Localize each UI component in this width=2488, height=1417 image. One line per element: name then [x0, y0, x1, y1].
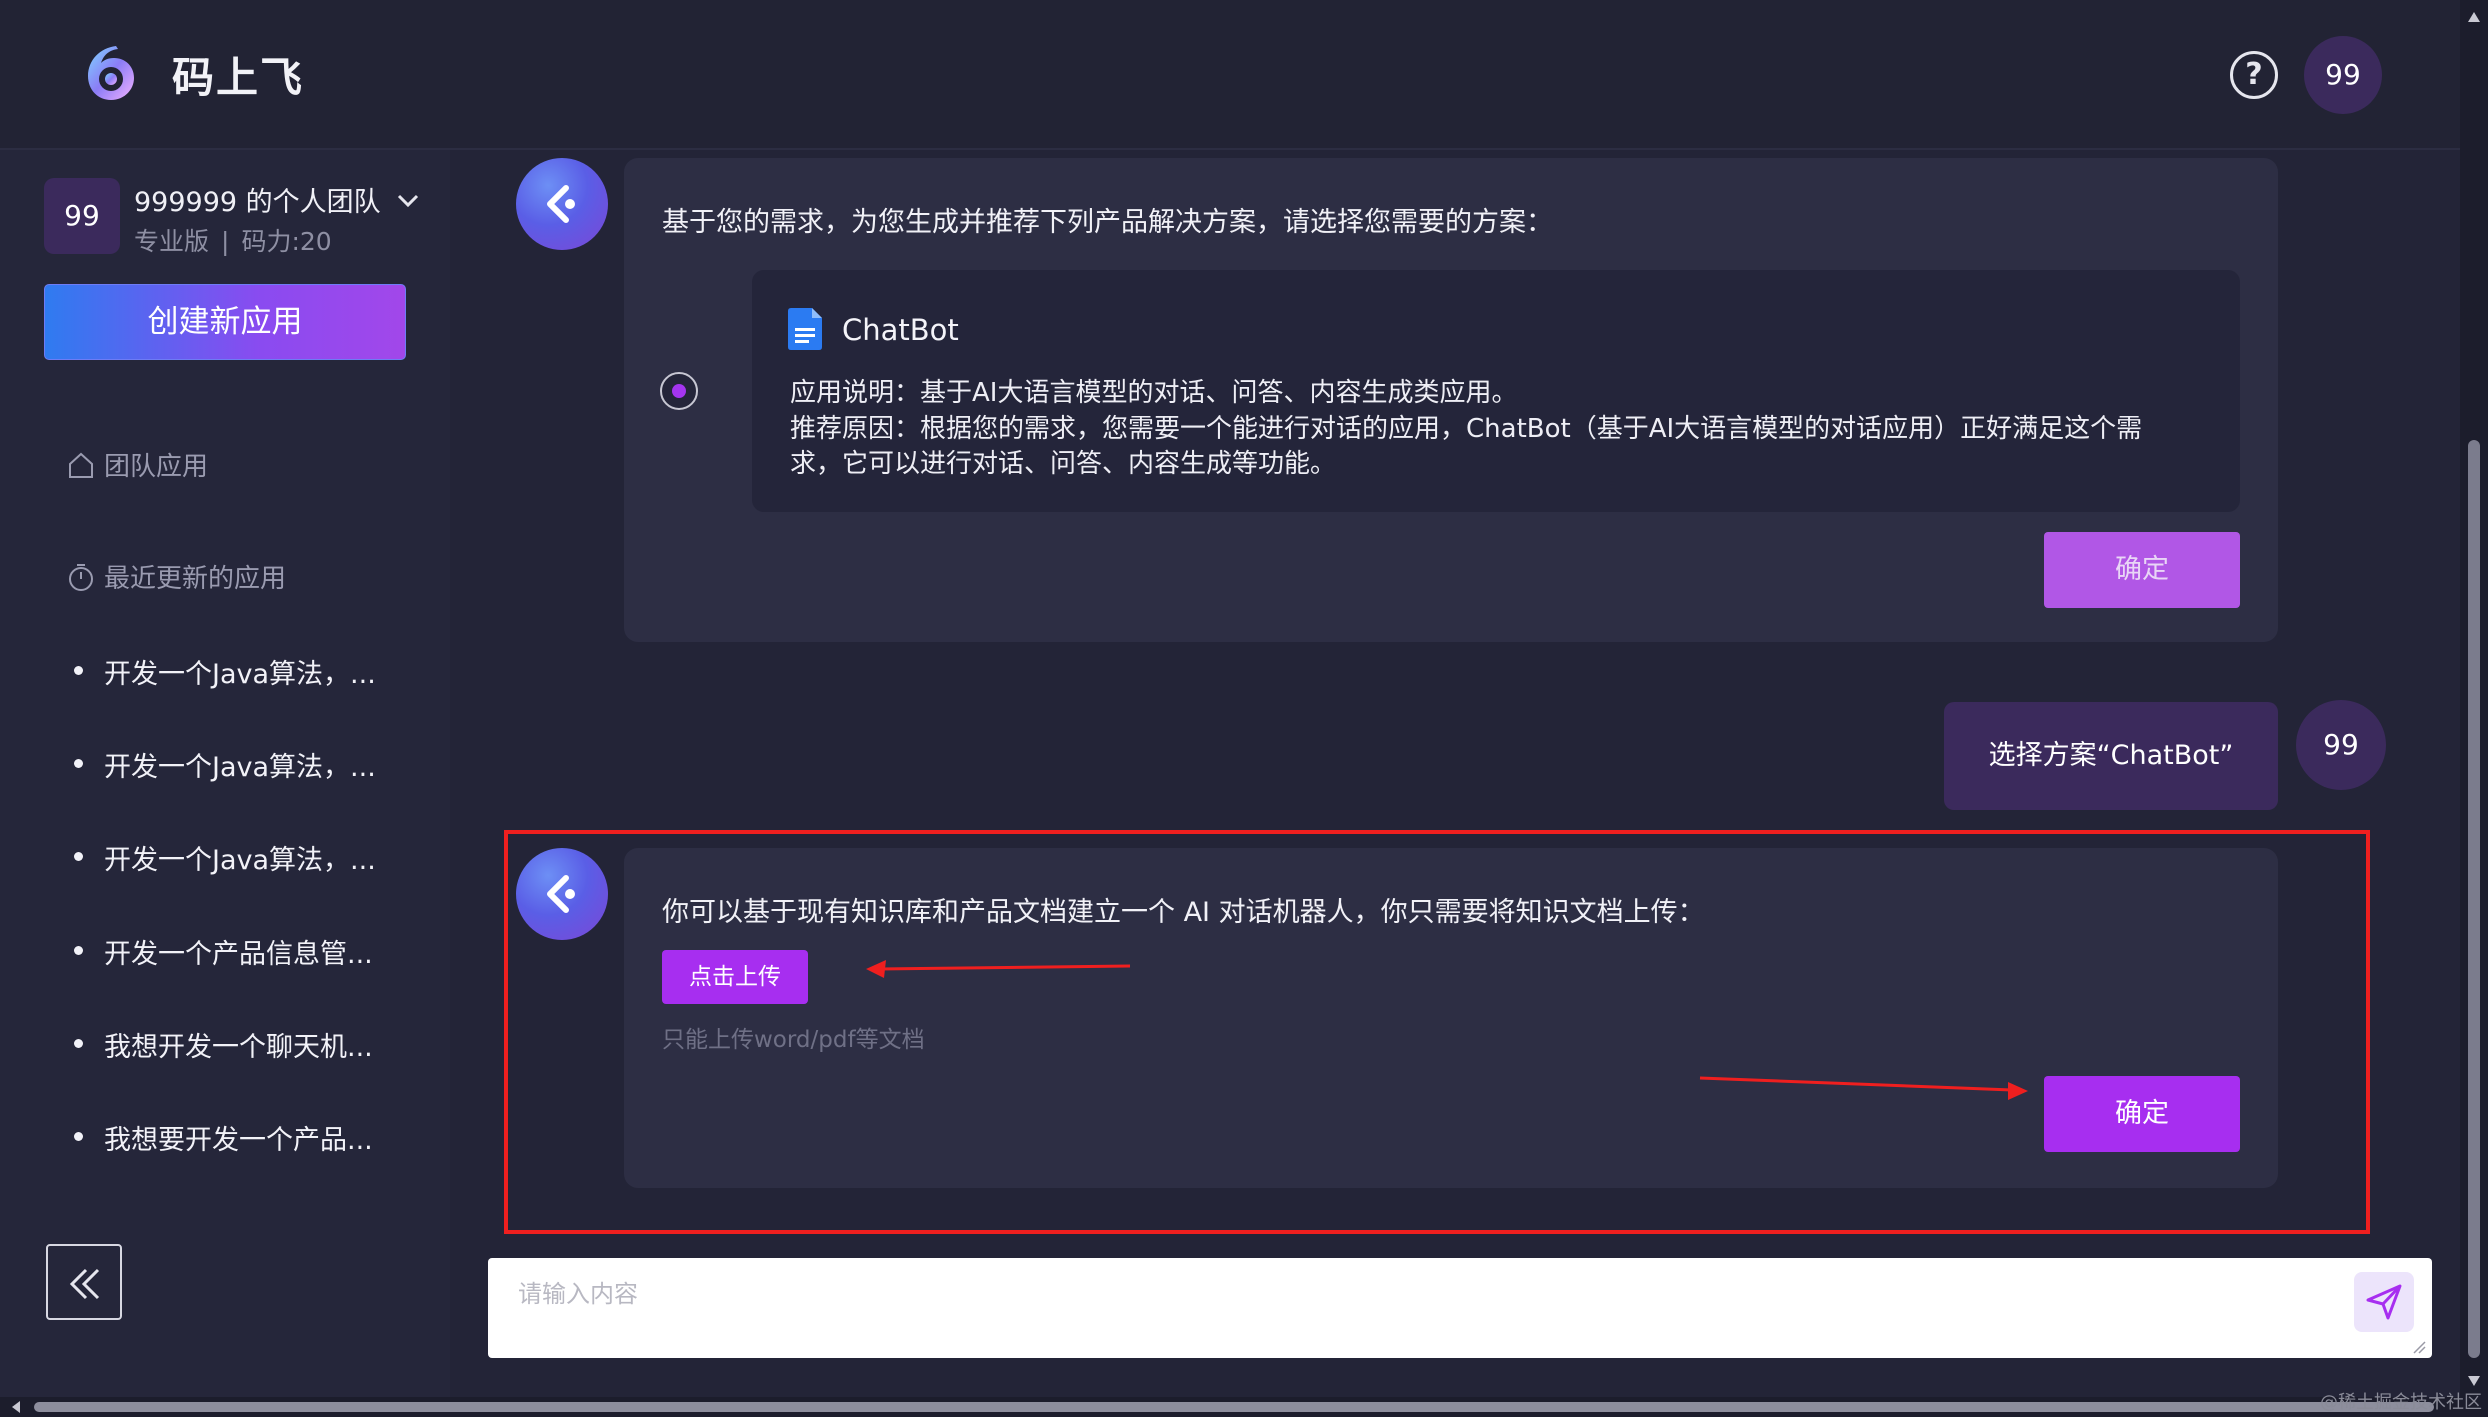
- bullet-icon: [74, 1039, 83, 1048]
- solution-reason: 推荐原因：根据您的需求，您需要一个能进行对话的应用，ChatBot（基于AI大语…: [790, 414, 2143, 444]
- nav-recent-apps-label: 最近更新的应用: [104, 564, 287, 594]
- scroll-left-icon[interactable]: [6, 1397, 26, 1417]
- nav-recent-apps[interactable]: 最近更新的应用: [66, 558, 286, 595]
- bullet-icon: [74, 1132, 83, 1141]
- solution-reason-cont: 求，它可以进行对话、问答、内容生成等功能。: [790, 449, 1337, 479]
- recent-app-label: 开发一个Java算法，...: [104, 752, 376, 783]
- send-button[interactable]: [2354, 1272, 2414, 1332]
- recent-app-label: 开发一个Java算法，...: [104, 659, 376, 690]
- chevron-down-icon[interactable]: [394, 186, 422, 214]
- scroll-up-icon[interactable]: [2460, 4, 2488, 32]
- horizontal-scroll-thumb[interactable]: [34, 1402, 2434, 1412]
- horizontal-scrollbar[interactable]: [0, 1397, 2488, 1417]
- recent-app-label: 开发一个Java算法，...: [104, 845, 376, 876]
- team-avatar[interactable]: 99: [44, 178, 120, 254]
- timer-icon: [69, 563, 93, 591]
- bullet-icon: [74, 852, 83, 861]
- sidebar: 99 999999 的个人团队 专业版 | 码力:20 创建新应用 团队应用 最近更…: [0, 150, 450, 1397]
- top-bar: 码上飞 ? 99: [0, 0, 2460, 150]
- create-app-button[interactable]: 创建新应用: [44, 284, 406, 360]
- double-chevron-left-icon: [69, 1268, 100, 1300]
- help-icon[interactable]: ?: [2230, 51, 2278, 99]
- resize-grip-icon[interactable]: [2412, 1340, 2426, 1354]
- team-meta-separator: |: [221, 227, 230, 256]
- collapse-sidebar-button[interactable]: [46, 1244, 122, 1320]
- nav-team-apps[interactable]: 团队应用: [66, 446, 208, 483]
- team-plan: 专业版: [134, 227, 210, 256]
- recent-app-label: 开发一个产品信息管...: [104, 939, 373, 970]
- user-avatar[interactable]: 99: [2304, 36, 2382, 114]
- chat-input[interactable]: [488, 1258, 2432, 1358]
- bot-logo-icon: [547, 185, 575, 223]
- confirm-solution-button[interactable]: 确定: [2044, 532, 2240, 608]
- vertical-scrollbar[interactable]: [2460, 0, 2488, 1400]
- bullet-icon: [74, 946, 83, 955]
- nav-team-apps-label: 团队应用: [104, 452, 209, 482]
- vertical-scroll-thumb[interactable]: [2468, 440, 2480, 1358]
- bot-message-text: 基于您的需求，为您生成并推荐下列产品解决方案，请选择您需要的方案：: [662, 207, 1553, 238]
- bullet-icon: [74, 759, 83, 768]
- recent-app-label: 我想要开发一个产品...: [104, 1125, 373, 1156]
- bot-avatar: [516, 158, 608, 250]
- radio-selected-dot: [672, 384, 686, 398]
- user-message-bubble: 选择方案“ChatBot”: [1944, 702, 2278, 810]
- solution-radio[interactable]: [660, 372, 698, 410]
- document-icon: [788, 308, 822, 350]
- solution-title: ChatBot: [842, 313, 959, 347]
- team-name[interactable]: 999999 的个人团队: [134, 180, 381, 219]
- team-power: 码力:20: [241, 227, 332, 256]
- solution-description: 应用说明：基于AI大语言模型的对话、问答、内容生成类应用。: [790, 378, 1518, 408]
- recent-app-label: 我想开发一个聊天机...: [104, 1032, 373, 1063]
- app-title: 码上飞: [172, 53, 305, 102]
- app-logo-icon[interactable]: [80, 42, 142, 104]
- watermark-text: @稀土掘金技术社区: [2320, 1392, 2482, 1413]
- bullet-icon: [74, 666, 83, 675]
- send-icon: [2366, 1284, 2402, 1320]
- chat-input-area: [488, 1258, 2432, 1358]
- team-meta: 专业版 | 码力:20: [134, 222, 332, 258]
- home-icon: [69, 452, 93, 478]
- annotation-highlight-box: [504, 830, 2370, 1234]
- user-message-avatar: 99: [2296, 700, 2386, 790]
